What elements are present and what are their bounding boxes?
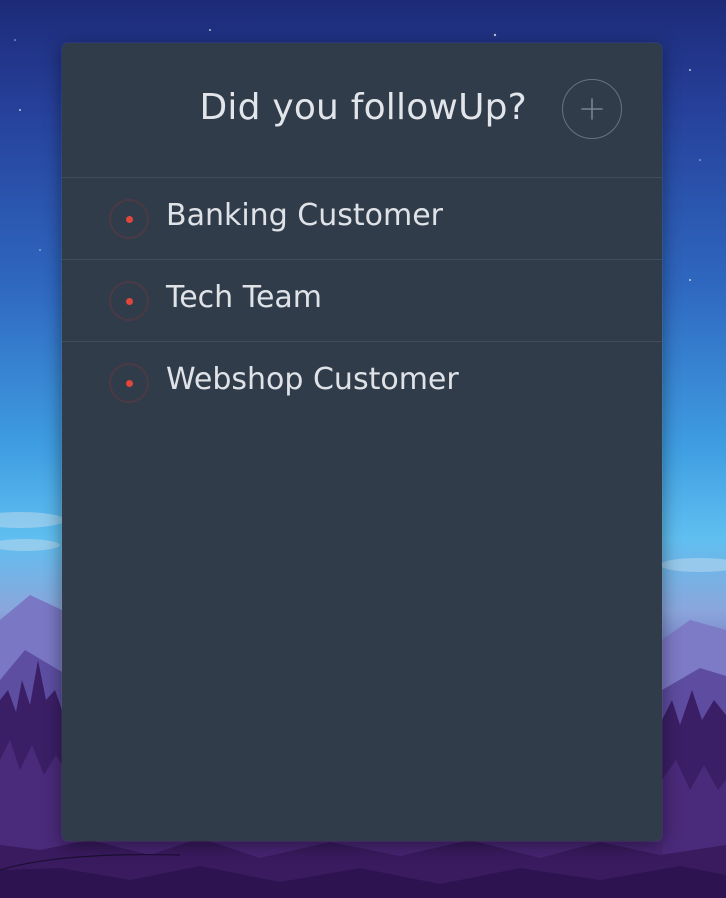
add-followup-button[interactable] (562, 79, 622, 139)
list-item-label: Webshop Customer (166, 362, 459, 397)
followup-panel: Did you followUp? Banking Customer Tech … (62, 43, 662, 841)
desktop-wallpaper: Did you followUp? Banking Customer Tech … (0, 0, 726, 898)
panel-header: Did you followUp? (62, 43, 662, 178)
list-item[interactable]: Tech Team (62, 260, 662, 342)
list-item[interactable]: Banking Customer (62, 178, 662, 260)
plus-icon (581, 98, 603, 120)
followup-list: Banking Customer Tech Team Webshop Custo… (62, 178, 662, 423)
list-item-label: Banking Customer (166, 198, 444, 233)
page-title: Did you followUp? (199, 87, 527, 128)
record-dot-icon[interactable] (109, 199, 149, 239)
record-dot-icon[interactable] (109, 363, 149, 403)
list-item-label: Tech Team (166, 280, 323, 315)
list-item[interactable]: Webshop Customer (62, 342, 662, 423)
record-dot-icon[interactable] (109, 281, 149, 321)
